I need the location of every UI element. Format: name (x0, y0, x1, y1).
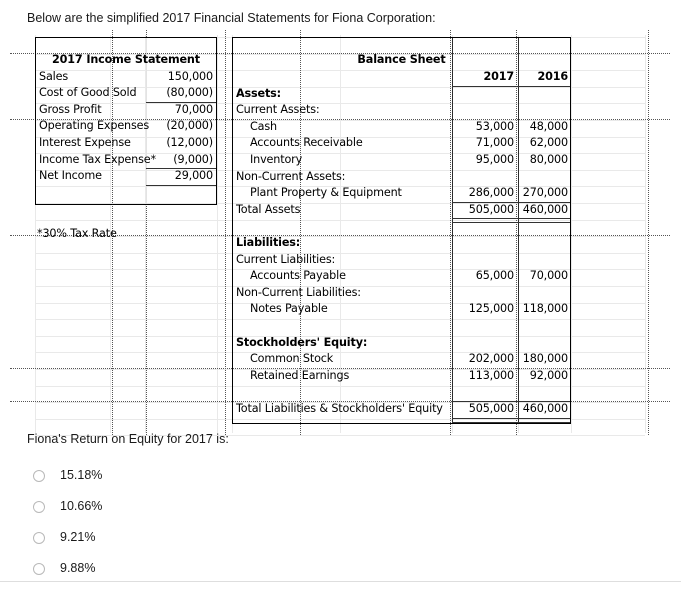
answer-option-label: 15.18% (60, 468, 103, 482)
answer-option-label: 9.88% (60, 561, 96, 575)
balance-total-le-double-rule (452, 417, 518, 423)
balance-sheet-column-2017: 2017 (483, 70, 514, 83)
income-row-value: 29,000 (174, 169, 213, 183)
balance-row-value-2016: 270,000 (522, 186, 568, 200)
income-row-value: 150,000 (167, 69, 213, 83)
income-row-label: Income Tax Expense* (39, 152, 156, 166)
income-row-value: (12,000) (166, 135, 213, 149)
balance-row-value-2016: 180,000 (522, 352, 568, 366)
balance-row-label: Cash (250, 119, 277, 133)
balance-row-value-2017: 53,000 (475, 119, 514, 133)
balance-row-label: Retained Earnings (250, 368, 350, 382)
balance-row-value-2016: 460,000 (522, 202, 568, 216)
balance-row-label: Current Liabilities: (236, 252, 336, 266)
balance-row-value-2017: 505,000 (468, 401, 514, 415)
balance-row-value-2016: 48,000 (529, 119, 568, 133)
tax-rate-footnote: *30% Tax Rate (37, 227, 117, 240)
balance-total-le-top-rule (452, 400, 518, 402)
grid-line-vertical (217, 35, 218, 433)
balance-row-label: Accounts Payable (250, 269, 346, 283)
print-boundary-vertical (648, 30, 649, 435)
balance-row-value-2017: 71,000 (475, 136, 514, 150)
income-statement-title: 2017 Income Statement (52, 53, 200, 66)
income-statement-table: Sales 150,000 Cost of Good Sold (80,000) Gro… (35, 37, 217, 205)
radio-button-icon[interactable] (33, 500, 45, 513)
income-row-value: 70,000 (174, 102, 213, 116)
income-row-label: Net Income (39, 169, 102, 183)
balance-row-value-2016: 62,000 (529, 136, 568, 150)
answer-option-2[interactable]: 10.66% (27, 491, 667, 522)
grid-line-vertical (571, 35, 572, 433)
balance-row-value-2016: 70,000 (529, 269, 568, 283)
answer-option-3[interactable]: 9.21% (27, 522, 667, 553)
intro-text: Below are the simplified 2017 Financial … (27, 11, 436, 25)
answer-option-1[interactable]: 15.18% (27, 460, 667, 491)
balance-row-label: Assets: (236, 86, 281, 100)
balance-row-label: Total Liabilities & Stockholders' Equity (236, 401, 443, 415)
balance-total-assets-double-rule (518, 218, 570, 224)
balance-row-label: Total Assets (236, 202, 301, 216)
income-row-value: (20,000) (166, 119, 213, 133)
balance-total-assets-double-rule (452, 218, 518, 224)
balance-row-label: Current Assets: (236, 103, 320, 117)
income-row-value: (9,000) (173, 152, 213, 166)
balance-row-value-2017: 125,000 (468, 302, 514, 316)
balance-sheet-title: Balance Sheet (357, 53, 446, 66)
print-boundary-vertical (225, 30, 226, 435)
balance-row-label: Inventory (250, 152, 303, 166)
balance-row-label: Accounts Receivable (250, 136, 363, 150)
balance-row-label: Plant Property & Equipment (250, 186, 402, 200)
income-subtotal-rule (146, 168, 216, 170)
income-row-label: Sales (39, 69, 69, 83)
income-row-label: Gross Profit (39, 102, 102, 116)
balance-sheet-column-2016: 2016 (537, 70, 568, 83)
balance-row-value-2016: 92,000 (529, 368, 568, 382)
balance-row-label: Non-Current Liabilities: (236, 285, 361, 299)
balance-row-value-2017: 113,000 (468, 368, 514, 382)
balance-row-label: Common Stock (250, 352, 334, 366)
balance-row-label: Notes Payable (250, 302, 328, 316)
income-row-label: Cost of Good Sold (39, 86, 137, 100)
income-total-rule (146, 184, 216, 186)
answer-options-list: 15.18% 10.66% 9.21% 9.88% (27, 460, 667, 584)
balance-row-value-2017: 95,000 (475, 152, 514, 166)
question-block: Fiona's Return on Equity for 2017 is: 15… (27, 431, 667, 584)
balance-header-rule (518, 85, 570, 87)
answer-option-label: 9.21% (60, 530, 96, 544)
income-gross-profit-rule (146, 101, 216, 103)
question-text: Fiona's Return on Equity for 2017 is: (27, 432, 229, 446)
balance-row-value-2017: 505,000 (468, 202, 514, 216)
answer-option-4[interactable]: 9.88% (27, 553, 667, 584)
balance-total-le-top-rule (518, 400, 570, 402)
balance-row-label: Non-Current Assets: (236, 169, 346, 183)
income-row-label: Operating Expenses (39, 119, 150, 133)
balance-row-label: Liabilities: (236, 235, 301, 249)
balance-row-value-2017: 202,000 (468, 352, 514, 366)
balance-total-le-double-rule (518, 417, 570, 423)
balance-row-value-2017: 286,000 (468, 186, 514, 200)
balance-header-rule (452, 85, 518, 87)
radio-button-icon[interactable] (33, 562, 45, 575)
radio-button-icon[interactable] (33, 469, 45, 482)
balance-row-value-2016: 460,000 (522, 401, 568, 415)
balance-sheet-table: Assets: Current Assets: Cash 53,000 48,000 Ac… (232, 37, 571, 424)
radio-button-icon[interactable] (33, 531, 45, 544)
balance-row-value-2017: 65,000 (475, 269, 514, 283)
spreadsheet-area: Sales 150,000 Cost of Good Sold (80,000) Gro… (0, 30, 681, 437)
balance-row-value-2016: 118,000 (522, 302, 568, 316)
balance-total-assets-top-rule (518, 201, 570, 203)
grid-line-vertical (645, 35, 646, 433)
balance-row-label: Stockholders' Equity: (236, 335, 368, 349)
balance-row-value-2016: 80,000 (529, 152, 568, 166)
answer-option-label: 10.66% (60, 499, 103, 513)
income-row-label: Interest Expense (39, 135, 131, 149)
income-row-value: (80,000) (166, 86, 213, 100)
page-bottom-edge (0, 581, 681, 582)
balance-total-assets-top-rule (452, 201, 518, 203)
